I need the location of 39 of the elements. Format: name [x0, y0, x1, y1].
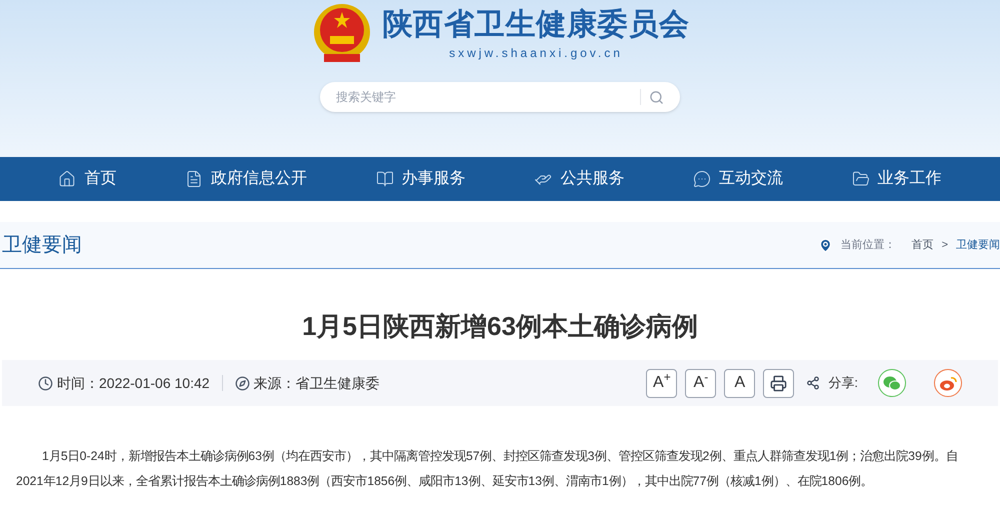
chat-bubbles-icon: [883, 376, 901, 390]
share-icon: [806, 376, 820, 390]
nav-item[interactable]: 公共服务: [534, 167, 624, 191]
home-icon: [58, 170, 76, 188]
font-size-button[interactable]: A: [724, 368, 756, 398]
search-field[interactable]: 搜索关键字: [336, 88, 640, 106]
chat-icon: [692, 170, 711, 188]
publish-time: 时间：2022-01-06 10:42: [57, 374, 210, 392]
share-label: 分享:: [828, 374, 858, 392]
font-size-button[interactable]: A$^{+}$: [646, 368, 678, 398]
site-name: 陕西省卫生健康委员会: [382, 7, 690, 44]
document-icon: [184, 170, 203, 188]
nav-item[interactable]: 办事服务: [376, 167, 466, 191]
weibo-icon: [939, 376, 957, 390]
nav-item[interactable]: 互动交流: [692, 167, 783, 191]
printer-icon: [770, 374, 788, 392]
wechat-share-button[interactable]: [878, 369, 906, 397]
nav-item[interactable]: 业务工作: [852, 167, 942, 191]
clock-icon: [38, 376, 53, 390]
location-icon: [818, 238, 833, 252]
nav-item[interactable]: 首页: [58, 167, 116, 191]
article-body: 1月5日0-24时，新增报告本土确诊病例63例（均在西安市），其中隔离管控发现57例、封控区筛查发现3例、管控区筛查发现2例、重点人群筛查发现1例；治愈出院39例。自2021年12月9日以来，全省累计报告本土确诊病例1883例（西安市1856例、咸阳市13例、延安市13例、渭南市1例），其中出院77例（核减1例）、在院1806例。: [15, 448, 959, 490]
breadcrumb-item[interactable]: 卫健要闻: [956, 236, 1000, 254]
breadcrumb-item[interactable]: >: [942, 236, 948, 254]
site-domain: sxwjw.shaanxi.gov.cn: [449, 44, 623, 62]
search-box[interactable]: 搜索关键字: [320, 82, 680, 112]
nav-item[interactable]: 政府信息公开: [184, 167, 307, 191]
font-size-button[interactable]: A$^{-}$: [685, 368, 716, 398]
compass-icon: [234, 376, 250, 390]
breadcrumb-item[interactable]: 首页: [912, 236, 934, 254]
location-label: 当前位置：: [840, 238, 896, 253]
search-icon[interactable]: [649, 90, 664, 104]
article-title: 1月5日陕西新增63例本土确诊病例: [301, 310, 699, 343]
article-source: 来源：省卫生健康委: [254, 374, 380, 392]
print-button[interactable]: [763, 368, 794, 398]
weibo-share-button[interactable]: [934, 369, 962, 397]
book-icon: [376, 170, 394, 188]
folder-icon: [852, 170, 870, 188]
section-title: 卫健要闻: [1, 233, 82, 258]
